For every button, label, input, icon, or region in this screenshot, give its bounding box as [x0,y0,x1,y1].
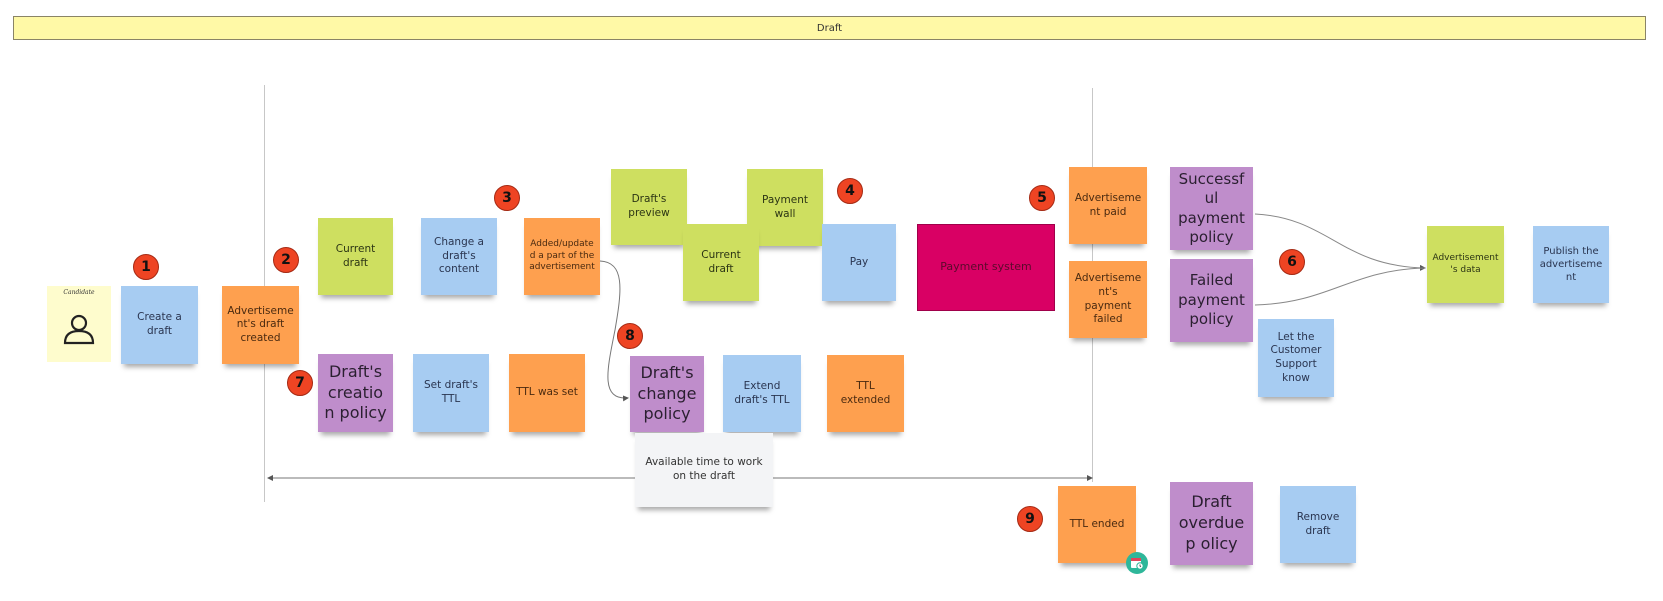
sticky-text: Create a draft [137,311,182,337]
sticky-create-draft[interactable]: Create a draft [121,286,198,364]
sticky-ttl-extended[interactable]: TTL extended [827,355,904,432]
step-badge-6: 6 [1279,249,1305,275]
sticky-text: Let the Customer Support know [1270,330,1322,384]
sticky-extend-ttl[interactable]: Extend draft's TTL [723,355,801,432]
sticky-pay[interactable]: Pay [822,224,896,301]
sticky-drafts-preview[interactable]: Draft's preview [611,169,687,245]
calendar-clock-icon[interactable] [1126,552,1148,574]
sticky-publish[interactable]: Publish the advertisement [1533,226,1609,303]
sticky-current-draft-2[interactable]: Current draft [683,224,759,301]
sticky-ttl-set[interactable]: TTL was set [509,354,585,432]
sticky-text: Draft's creation policy [324,361,387,423]
external-payment-system[interactable]: Payment system [917,224,1055,311]
sticky-text: Available time to work on the draft [645,456,763,482]
sticky-change-content[interactable]: Change a draft's content [421,218,497,295]
actor-label: Candidate [63,289,95,296]
actor-candidate[interactable]: Candidate [47,286,111,362]
sticky-text: TTL extended [840,379,891,406]
step-badge-7: 7 [287,370,313,396]
sticky-text: Draft overdue p olicy [1178,492,1245,553]
sticky-text: Added/updated a part of the advertisemen… [529,238,595,273]
sticky-successful-policy[interactable]: Successful payment policy [1170,167,1253,250]
sticky-text: Change a draft's content [434,236,484,276]
sticky-text: Payment system [940,260,1032,274]
step-badge-8: 8 [617,323,643,349]
sticky-text: TTL ended [1069,517,1125,530]
step-badge-9: 9 [1017,506,1043,532]
sticky-set-ttl[interactable]: Set draft's TTL [413,354,489,432]
sticky-text: Pay [849,255,869,268]
sticky-text: Current draft [701,248,741,275]
sticky-ad-data[interactable]: Advertisement's data [1427,226,1504,303]
step-badge-2: 2 [273,247,299,273]
sticky-text: TTL was set [516,386,578,399]
sticky-text: Current draft [335,242,376,269]
sticky-overdue-policy[interactable]: Draft overdue p olicy [1170,482,1253,565]
step-badge-5: 5 [1029,185,1055,211]
sticky-text: Successful payment policy [1178,169,1245,247]
sticky-change-policy[interactable]: Draft's change policy [630,356,704,432]
step-badge-3: 3 [494,185,520,211]
sticky-text: Failed payment policy [1178,271,1245,329]
connector-failed-to-data [1254,267,1426,306]
sticky-creation-policy[interactable]: Draft's creation policy [318,354,393,432]
sticky-text: Set draft's TTL [424,379,478,405]
calendar-icon [1131,558,1144,570]
step-badge-1: 1 [133,254,159,280]
sticky-text: Extend draft's TTL [734,379,790,406]
sticky-current-draft-1[interactable]: Current draft [318,218,393,295]
banner-title: Draft [816,22,843,34]
note-available-time[interactable]: Available time to work on the draft [635,433,773,507]
sticky-added-updated[interactable]: Added/updated a part of the advertisemen… [524,218,600,295]
person-icon [63,314,95,345]
sticky-failed-policy[interactable]: Failed payment policy [1170,259,1253,342]
sticky-text: Draft's change policy [637,362,697,424]
sticky-let-cs-know[interactable]: Let the Customer Support know [1258,319,1334,397]
sticky-remove-draft[interactable]: Remove draft [1280,486,1356,563]
sticky-text: Remove draft [1296,510,1340,537]
sticky-draft-created[interactable]: Advertiseme nt's draft created [222,286,299,364]
sticky-text: Advertiseme nt paid [1074,191,1142,218]
sticky-text: Payment wall [762,193,808,220]
sticky-text: Draft's preview [628,193,670,219]
sticky-text: Advertisement's data [1432,252,1499,275]
step-badge-4: 4 [837,178,863,204]
sticky-text: Advertiseme nt's draft created [227,304,294,344]
sticky-text: Publish the advertisement [1539,246,1603,283]
draft-banner: Draft [13,16,1646,40]
sticky-text: Advertiseme nt's payment failed [1074,272,1142,326]
sticky-ad-paid[interactable]: Advertiseme nt paid [1069,167,1147,244]
sticky-ttl-ended[interactable]: TTL ended [1058,486,1136,563]
sticky-ad-payment-failed[interactable]: Advertiseme nt's payment failed [1069,261,1147,338]
